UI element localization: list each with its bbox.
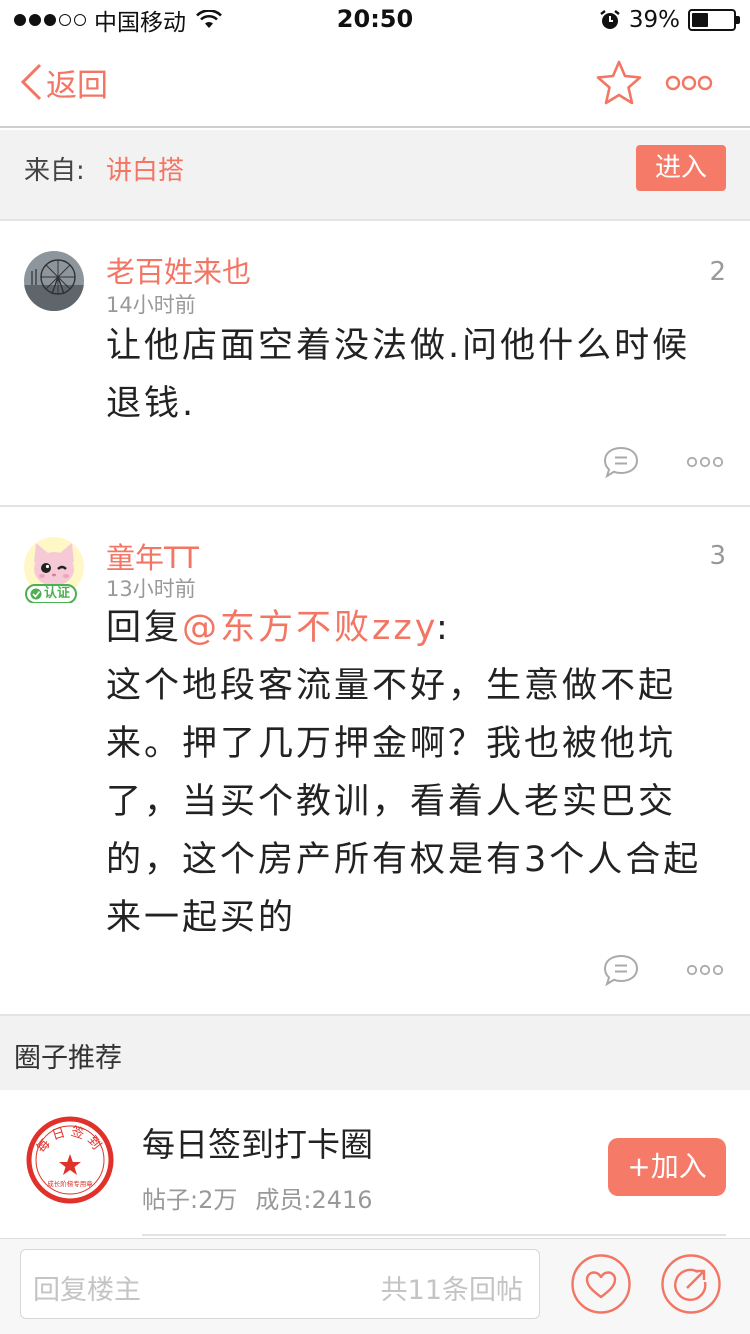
source-name-link[interactable]: 讲白搭 (106, 150, 184, 187)
ferris-wheel-photo (24, 251, 84, 311)
post-item: 老百姓来也 14小时前 2 让他店面空着没法做.问他什么时候退钱. (0, 221, 750, 505)
verified-badge-text: 认证 (44, 586, 71, 601)
reply-prefix: 回复 (106, 608, 183, 648)
divider (142, 1234, 726, 1236)
reply-placeholder: 回复楼主 (33, 1275, 141, 1306)
bottom-bar: 回复楼主 共11条回帖 (0, 1238, 750, 1334)
circle-name[interactable]: 每日签到打卡圈 (142, 1118, 373, 1166)
chevron-left-icon (20, 63, 42, 101)
reply-suffix: : (435, 608, 451, 648)
alarm-icon (600, 10, 620, 29)
more-icon[interactable] (664, 70, 714, 96)
posts-label: 帖子: (142, 1186, 199, 1214)
comment-icon[interactable] (602, 445, 640, 479)
comment-icon[interactable] (602, 953, 640, 987)
reply-count: 共11条回帖 (380, 1275, 523, 1306)
posts-stat: 帖子:2万 (142, 1180, 237, 1215)
floor-number: 3 (709, 541, 726, 571)
members-value: 2416 (311, 1186, 373, 1214)
author-name[interactable]: 童年TT (106, 535, 199, 577)
post-time: 14小时前 (106, 293, 196, 317)
more-icon[interactable] (686, 962, 724, 978)
post-content: 让他店面空着没法做.问他什么时候退钱. (106, 326, 691, 424)
avatar[interactable] (24, 251, 84, 311)
battery-icon (688, 9, 740, 31)
nav-bar: 返回 (0, 40, 750, 128)
status-right: 39% (599, 6, 740, 34)
more-icon[interactable] (686, 454, 724, 470)
battery-percent: 39% (628, 7, 680, 33)
heart-icon[interactable] (570, 1253, 632, 1315)
circle-logo[interactable]: 每日签到 成长阶梯专用章 (24, 1114, 116, 1206)
recommend-section-header: 圈子推荐 (0, 1016, 750, 1090)
circle-stats: 帖子:2万 成员:2416 (142, 1180, 373, 1215)
post-item: 认证 童年TT 13小时前 3 回复@东方不败zzy: 这个地段客流量不好，生意… (0, 507, 750, 1015)
circle-card[interactable]: 每日签到 成长阶梯专用章 每日签到打卡圈 帖子:2万 成员:2416 +加入 (0, 1090, 750, 1236)
battery-fill (692, 13, 708, 27)
section-title: 圈子推荐 (14, 1043, 122, 1074)
join-button[interactable]: +加入 (608, 1138, 726, 1196)
post-content: 回复@东方不败zzy: 这个地段客流量不好，生意做不起来。押了几万押金啊？我也被… (106, 599, 728, 947)
mention-link[interactable]: @东方不败zzy (182, 608, 436, 648)
post-text: 这个地段客流量不好，生意做不起来。押了几万押金啊？我也被他坑了，当买个教训，看着… (106, 666, 702, 938)
author-name[interactable]: 老百姓来也 (106, 249, 251, 291)
floor-number: 2 (709, 257, 726, 287)
back-button[interactable]: 返回 (18, 60, 108, 104)
source-label: 来自: (24, 156, 85, 186)
back-label: 返回 (46, 67, 108, 104)
status-bar: 中国移动 20:50 39% (0, 0, 750, 40)
share-icon[interactable] (660, 1253, 722, 1315)
enter-button[interactable]: 进入 (636, 145, 726, 191)
members-label: 成员: (255, 1186, 312, 1214)
logo-bottom-text: 成长阶梯专用章 (47, 1179, 93, 1188)
posts-value: 2万 (198, 1186, 238, 1214)
members-stat: 成员:2416 (255, 1180, 372, 1215)
avatar[interactable]: 认证 (24, 537, 84, 604)
source-bar: 来自: 讲白搭 进入 (0, 130, 750, 210)
reply-input[interactable]: 回复楼主 共11条回帖 (20, 1249, 540, 1319)
star-icon[interactable] (594, 58, 644, 108)
